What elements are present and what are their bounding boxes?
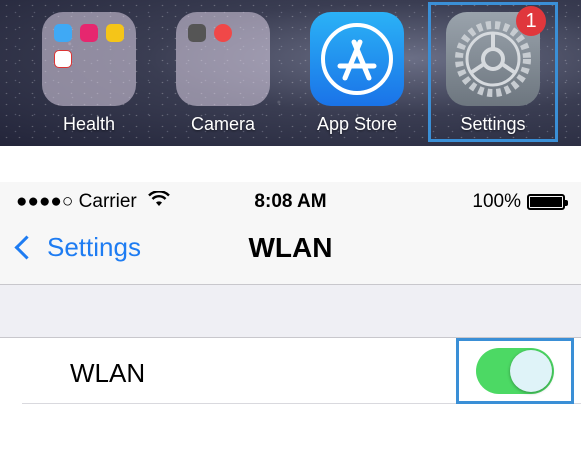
camera-icon [188, 24, 206, 42]
battery-status: 100% [472, 191, 568, 213]
toggle-highlight-box [456, 338, 574, 404]
app-store-app[interactable]: App Store [310, 12, 404, 135]
health-label: Health [62, 114, 116, 134]
folder-app-icon [54, 24, 72, 42]
camera-folder-tile[interactable] [176, 12, 270, 106]
battery-percent: 100% [472, 191, 521, 212]
settings-highlight-box [428, 2, 558, 142]
health-folder[interactable]: Health [42, 12, 136, 135]
folder-app-icon [80, 24, 98, 42]
camera-folder[interactable]: Camera [176, 12, 270, 135]
wlan-label: WLAN [70, 358, 146, 388]
navigation-bar: Settings WLAN [0, 222, 581, 285]
app-store-icon[interactable] [310, 12, 404, 106]
battery-icon [527, 194, 568, 210]
app-store-label: App Store [316, 114, 398, 134]
health-folder-tile[interactable] [42, 12, 136, 106]
folder-app-icon [106, 24, 124, 42]
camera-label: Camera [190, 114, 256, 134]
status-bar: ●●●●○ Carrier 8:08 AM 100% [0, 182, 581, 222]
photo-app-icon [214, 24, 232, 42]
section-header [0, 285, 581, 338]
home-screen-dock: Health Camera App Store 1 Settings [0, 0, 581, 146]
folder-app-icon [54, 50, 72, 68]
page-title: WLAN [248, 232, 333, 263]
